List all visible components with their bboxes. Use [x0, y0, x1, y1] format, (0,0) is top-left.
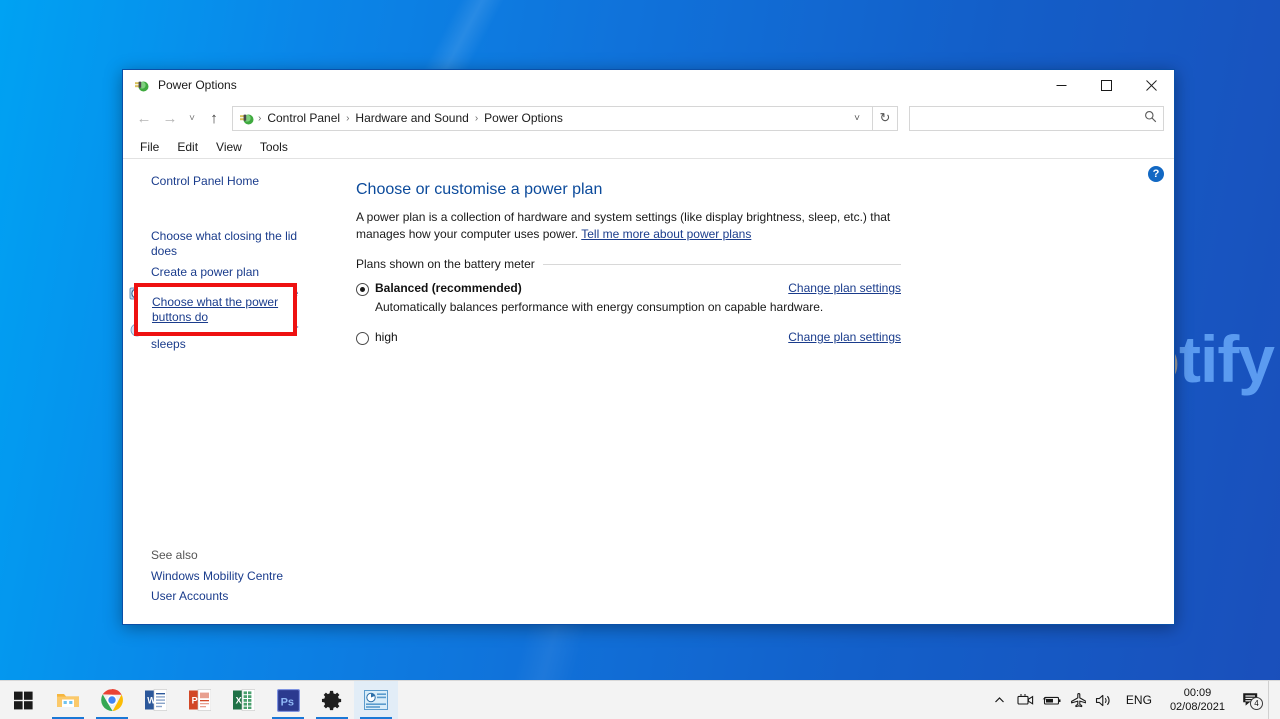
close-button[interactable] — [1129, 70, 1174, 100]
battery-icon[interactable] — [1039, 681, 1065, 719]
plans-group-label: Plans shown on the battery meter — [356, 257, 535, 271]
plans-group-header: Plans shown on the battery meter — [356, 257, 901, 271]
svg-text:X: X — [236, 696, 242, 706]
plans-group-rule — [542, 263, 901, 265]
menu-bar: File Edit View Tools — [123, 136, 1174, 159]
breadcrumb-item-power-options[interactable]: Power Options — [479, 111, 568, 125]
show-desktop-button[interactable] — [1268, 680, 1276, 719]
tell-me-more-link[interactable]: Tell me more about power plans — [581, 227, 751, 241]
sidebar-item-choose-power-buttons[interactable] — [123, 192, 334, 226]
menu-edit[interactable]: Edit — [168, 138, 207, 156]
plan-name-high: high — [375, 330, 398, 344]
clock[interactable]: 00:09 02/08/2021 — [1161, 686, 1234, 714]
moon-icon — [129, 322, 145, 338]
main-content: Choose or customise a power plan A power… — [334, 159, 1174, 624]
taskbar: W P X Ps ENG 00:09 02/08/2021 4 — [0, 680, 1280, 719]
chevron-down-icon[interactable]: ˅ — [846, 107, 868, 130]
sidebar-item-choose-closing-lid[interactable]: Choose what closing the lid does — [123, 226, 334, 262]
search-icon[interactable] — [1144, 110, 1157, 126]
window-body: ? Control Panel Home Choose what closing… — [123, 159, 1174, 624]
watermark-part-b: tify — [1179, 322, 1275, 396]
svg-text:Ps: Ps — [280, 696, 293, 708]
power-options-window: Power Options ← → ˅ ↑ › Control Panel › … — [122, 69, 1175, 625]
sidebar: Control Panel Home Choose what closing t… — [123, 159, 334, 624]
sidebar-bottom-pad — [123, 606, 334, 624]
window-title: Power Options — [158, 78, 237, 92]
taskbar-apps: W P X Ps — [0, 680, 398, 719]
menu-tools[interactable]: Tools — [251, 138, 297, 156]
svg-text:P: P — [192, 696, 198, 706]
maximize-button[interactable] — [1084, 70, 1129, 100]
taskbar-control-panel[interactable] — [354, 680, 398, 719]
svg-text:W: W — [147, 696, 156, 706]
start-button[interactable] — [0, 681, 46, 719]
notification-center-button[interactable]: 4 — [1234, 681, 1268, 719]
taskbar-google-chrome[interactable] — [90, 681, 134, 719]
minimize-button[interactable] — [1039, 70, 1084, 100]
menu-file[interactable]: File — [131, 138, 168, 156]
address-bar[interactable]: › Control Panel › Hardware and Sound › P… — [232, 105, 873, 131]
radio-balanced[interactable] — [356, 283, 369, 296]
plan-description-balanced: Automatically balances performance with … — [375, 300, 824, 314]
breadcrumb-item-hardware-and-sound[interactable]: Hardware and Sound — [350, 111, 473, 125]
radio-high[interactable] — [356, 332, 369, 345]
clock-date: 02/08/2021 — [1169, 701, 1225, 713]
up-button[interactable]: ↑ — [201, 105, 227, 131]
intro-paragraph: A power plan is a collection of hardware… — [356, 209, 901, 243]
breadcrumb-item-control-panel[interactable]: Control Panel — [262, 111, 345, 125]
see-also-user-accounts[interactable]: User Accounts — [123, 586, 334, 606]
language-indicator[interactable]: ENG — [1117, 693, 1161, 707]
clock-icon — [129, 286, 145, 302]
airplane-mode-icon[interactable] — [1065, 681, 1091, 719]
change-plan-settings-high[interactable]: Change plan settings — [788, 330, 901, 344]
camera-icon[interactable] — [1013, 681, 1039, 719]
page-title: Choose or customise a power plan — [356, 181, 603, 198]
search-box[interactable] — [909, 105, 1164, 131]
search-input[interactable] — [916, 111, 1144, 125]
highlighted-link-choose-power-buttons[interactable]: Choose what the power buttons do — [152, 295, 292, 325]
change-plan-settings-balanced[interactable]: Change plan settings — [788, 281, 901, 295]
menu-view[interactable]: View — [207, 138, 251, 156]
taskbar-microsoft-word[interactable]: W — [134, 681, 178, 719]
notification-badge: 4 — [1250, 696, 1263, 710]
navigation-bar: ← → ˅ ↑ › Control Panel › Hardware and S… — [123, 100, 1174, 136]
sidebar-item-label-sleep: Change when the computer sleeps — [151, 322, 299, 351]
see-also-heading: See also — [151, 548, 198, 562]
refresh-button[interactable]: ↻ — [873, 105, 898, 131]
sidebar-item-control-panel-home[interactable]: Control Panel Home — [123, 171, 334, 192]
taskbar-adobe-photoshop[interactable]: Ps — [266, 681, 310, 719]
sidebar-item-create-power-plan[interactable]: Create a power plan — [123, 262, 334, 283]
taskbar-file-explorer[interactable] — [46, 681, 90, 719]
breadcrumb-power-plug-icon — [239, 110, 255, 126]
recent-locations-button[interactable]: ˅ — [183, 105, 201, 131]
plan-name-balanced: Balanced (recommended) — [375, 281, 522, 295]
back-button[interactable]: ← — [131, 105, 157, 131]
show-hidden-icons-chevron-up-icon[interactable] — [987, 681, 1013, 719]
taskbar-settings[interactable] — [310, 681, 354, 719]
forward-button[interactable]: → — [157, 105, 183, 131]
see-also-windows-mobility-centre[interactable]: Windows Mobility Centre — [123, 566, 334, 586]
window-controls — [1039, 70, 1174, 100]
help-button[interactable]: ? — [1148, 166, 1164, 182]
power-plug-icon — [134, 77, 150, 93]
taskbar-microsoft-powerpoint[interactable]: P — [178, 681, 222, 719]
clock-time: 00:09 — [1183, 687, 1212, 699]
plan-row-high[interactable]: high Change plan settings — [356, 330, 901, 345]
plan-row-balanced[interactable]: Balanced (recommended) Change plan setti… — [356, 281, 901, 296]
volume-icon[interactable] — [1091, 681, 1117, 719]
taskbar-microsoft-excel[interactable]: X — [222, 681, 266, 719]
window-titlebar[interactable]: Power Options — [123, 70, 1174, 100]
system-tray: ENG 00:09 02/08/2021 4 — [987, 680, 1280, 719]
